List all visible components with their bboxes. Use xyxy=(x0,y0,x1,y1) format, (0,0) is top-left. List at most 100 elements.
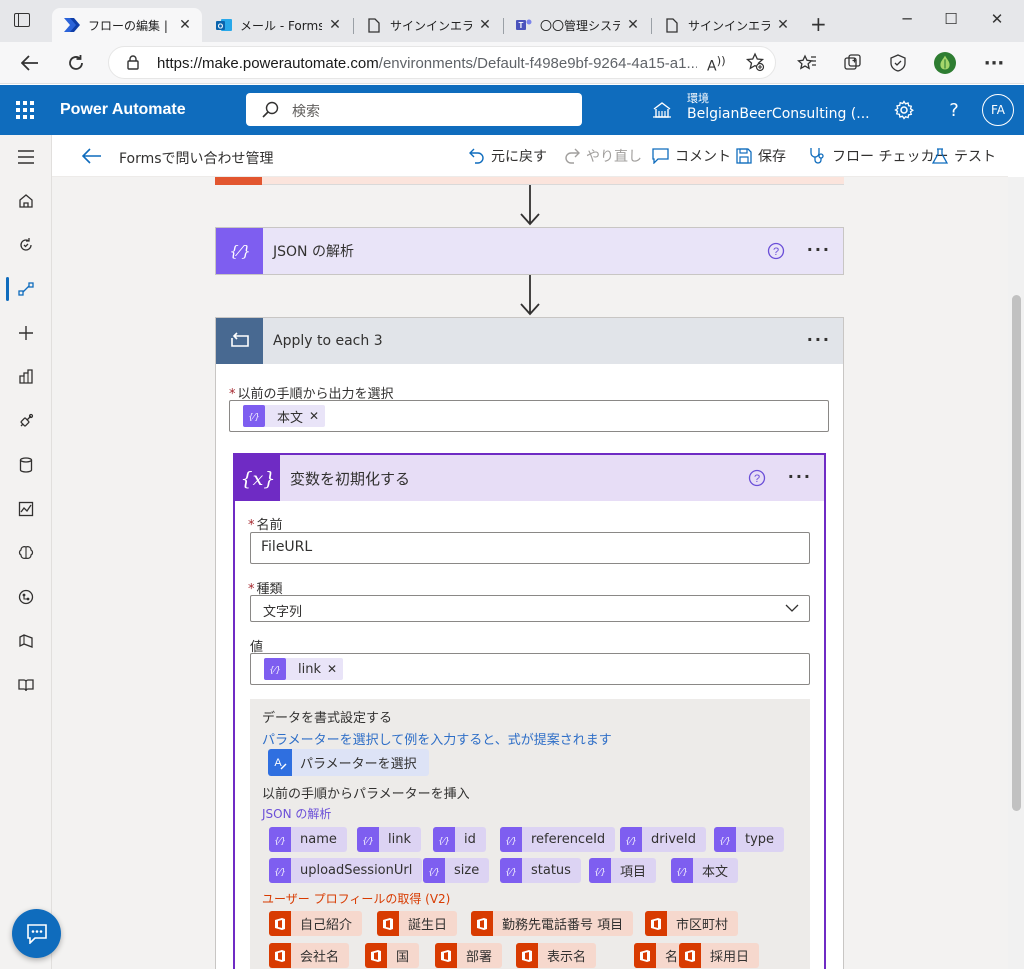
more-menu-icon[interactable]: ··· xyxy=(788,467,812,486)
app-launcher-icon[interactable] xyxy=(16,101,34,119)
add-favorite-icon[interactable] xyxy=(745,52,765,76)
monitor-chart-icon[interactable] xyxy=(0,487,52,531)
more-menu-icon[interactable]: ··· xyxy=(807,240,831,259)
user-avatar[interactable]: FA xyxy=(982,94,1014,126)
parameter-chip[interactable]: 国 xyxy=(365,943,420,968)
parameter-chip[interactable]: {⁄} link xyxy=(357,827,421,852)
step-title[interactable]: 変数を初期化する xyxy=(290,468,824,489)
url-field[interactable]: https://make.powerautomate.com/environme… xyxy=(108,46,776,79)
parameter-chip[interactable]: 会社名 xyxy=(269,943,350,968)
parameter-chip[interactable]: 部署 xyxy=(435,943,503,968)
step-title[interactable]: Apply to each 3 xyxy=(273,333,843,349)
remove-token-icon[interactable]: ✕ xyxy=(309,409,325,423)
variable-type-select[interactable]: 文字列 xyxy=(250,595,810,622)
search-input[interactable]: 検索 xyxy=(246,93,582,126)
parameter-chip[interactable]: {⁄} 本文 xyxy=(671,858,739,883)
process-mining-icon[interactable] xyxy=(0,575,52,619)
browser-tab-signin-error-1[interactable]: サインインエラー_ ✕ xyxy=(354,8,502,42)
environment-name[interactable]: BelgianBeerConsulting (... xyxy=(687,106,870,122)
canvas-scrollbar[interactable] xyxy=(1008,177,1024,969)
ai-hub-brain-icon[interactable] xyxy=(0,531,52,575)
back-arrow-icon[interactable] xyxy=(81,145,102,169)
lock-icon[interactable] xyxy=(127,55,139,74)
help-circle-icon[interactable]: ? xyxy=(767,242,785,264)
maximize-icon[interactable]: ☐ xyxy=(941,10,961,28)
refresh-icon[interactable] xyxy=(63,50,89,76)
tab-actions-icon[interactable] xyxy=(14,13,30,27)
close-icon[interactable]: ✕ xyxy=(626,17,640,33)
app-title[interactable]: Power Automate xyxy=(60,101,186,119)
close-icon[interactable]: ✕ xyxy=(178,17,192,33)
collections-icon[interactable] xyxy=(842,52,864,74)
browser-tab-management-system[interactable]: T 〇〇管理システ ✕ xyxy=(504,8,650,42)
parameter-chip[interactable]: {⁄} size xyxy=(423,858,490,883)
more-options-icon[interactable]: ··· xyxy=(983,52,1005,74)
parameter-chip[interactable]: {⁄} name xyxy=(269,827,347,852)
variable-value-input[interactable]: {⁄} link ✕ xyxy=(250,653,810,685)
help-circle-icon[interactable]: ? xyxy=(748,469,766,491)
save-button[interactable]: 保存 xyxy=(736,146,786,166)
parameter-chip[interactable]: {⁄} referenceId xyxy=(500,827,616,852)
parameter-chip[interactable]: {⁄} driveId xyxy=(620,827,706,852)
previous-step-card[interactable] xyxy=(215,177,844,185)
parameter-chip[interactable]: {⁄} id xyxy=(433,827,486,852)
redo-button[interactable]: やり直し xyxy=(564,146,642,166)
help-icon[interactable]: ? xyxy=(942,98,966,122)
initialize-variable-step[interactable]: {x} 変数を初期化する ? ··· * 名前 FileURL * 種類 文字列 値 xyxy=(233,453,826,969)
data-cylinder-icon[interactable] xyxy=(0,443,52,487)
browser-tab-flow-edit[interactable]: フローの編集 | Po ✕ xyxy=(52,8,202,42)
token-body[interactable]: {⁄} 本文 ✕ xyxy=(243,405,326,427)
create-plus-icon[interactable] xyxy=(0,311,52,355)
connectors-icon[interactable] xyxy=(0,399,52,443)
scrollbar-thumb[interactable] xyxy=(1012,295,1021,811)
parameter-chip[interactable]: 市区町村 xyxy=(645,911,739,936)
parameter-chip[interactable]: 採用日 xyxy=(679,943,760,968)
my-flows-icon[interactable] xyxy=(0,267,52,311)
favorites-icon[interactable] xyxy=(796,52,818,74)
parameter-chip[interactable]: {⁄} uploadSessionUrl xyxy=(269,858,423,883)
loop-icon xyxy=(216,318,263,364)
select-parameter-button[interactable]: A パラメーターを選択 xyxy=(268,749,429,776)
output-select-field[interactable]: {⁄} 本文 ✕ xyxy=(229,400,829,432)
minimize-icon[interactable]: ─ xyxy=(897,10,917,28)
parameter-chip[interactable]: {⁄} type xyxy=(714,827,785,852)
close-icon[interactable]: ✕ xyxy=(478,17,492,33)
parameter-chip[interactable]: {⁄} status xyxy=(500,858,581,883)
back-arrow-icon[interactable] xyxy=(17,50,43,76)
hamburger-menu-icon[interactable] xyxy=(0,135,52,179)
remove-token-icon[interactable]: ✕ xyxy=(327,662,343,676)
parameter-chip[interactable]: 自己紹介 xyxy=(269,911,363,936)
more-menu-icon[interactable]: ··· xyxy=(807,330,831,349)
parse-json-step[interactable]: {⁄} JSON の解析 ? ··· xyxy=(215,227,844,275)
variable-name-input[interactable]: FileURL xyxy=(250,532,810,564)
parameter-chip[interactable]: 表示名 xyxy=(516,943,597,968)
copilot-chat-button[interactable] xyxy=(12,909,61,958)
token-link[interactable]: {⁄} link ✕ xyxy=(264,658,344,680)
comment-button[interactable]: コメント xyxy=(652,146,731,166)
parameter-chip[interactable]: {⁄} 項目 xyxy=(589,858,657,883)
close-icon[interactable]: ✕ xyxy=(776,17,790,33)
templates-icon[interactable] xyxy=(0,355,52,399)
environment-icon[interactable] xyxy=(652,101,672,123)
test-button[interactable]: テスト xyxy=(932,146,996,166)
browser-tab-mail[interactable]: O メール - Forms / ✕ xyxy=(204,8,352,42)
apply-to-each-step[interactable]: Apply to each 3 ··· * 以前の手順から出力を選択 {⁄} 本文… xyxy=(215,317,844,969)
profile-avatar-icon[interactable] xyxy=(934,52,956,74)
parameter-chip[interactable]: 誕生日 xyxy=(377,911,458,936)
close-icon[interactable]: ✕ xyxy=(328,17,342,33)
read-aloud-icon[interactable]: A)) xyxy=(707,54,726,75)
window-close-icon[interactable]: ✕ xyxy=(987,10,1007,28)
browser-essentials-icon[interactable] xyxy=(887,52,909,74)
learn-book-icon[interactable] xyxy=(0,663,52,707)
flow-checker-button[interactable]: フロー チェッカー xyxy=(808,146,948,166)
settings-gear-icon[interactable] xyxy=(892,98,916,122)
solutions-icon[interactable] xyxy=(0,619,52,663)
approvals-icon[interactable] xyxy=(0,223,52,267)
undo-button[interactable]: 元に戻す xyxy=(469,146,547,166)
parameter-chip[interactable]: 勤務先電話番号 項目 xyxy=(471,911,634,936)
step-title[interactable]: JSON の解析 xyxy=(273,241,843,261)
home-icon[interactable] xyxy=(0,179,52,223)
chevron-down-icon[interactable] xyxy=(785,602,799,617)
browser-tab-signin-error-2[interactable]: サインインエラー_ ✕ xyxy=(652,8,800,42)
new-tab-icon[interactable]: + xyxy=(810,12,827,36)
